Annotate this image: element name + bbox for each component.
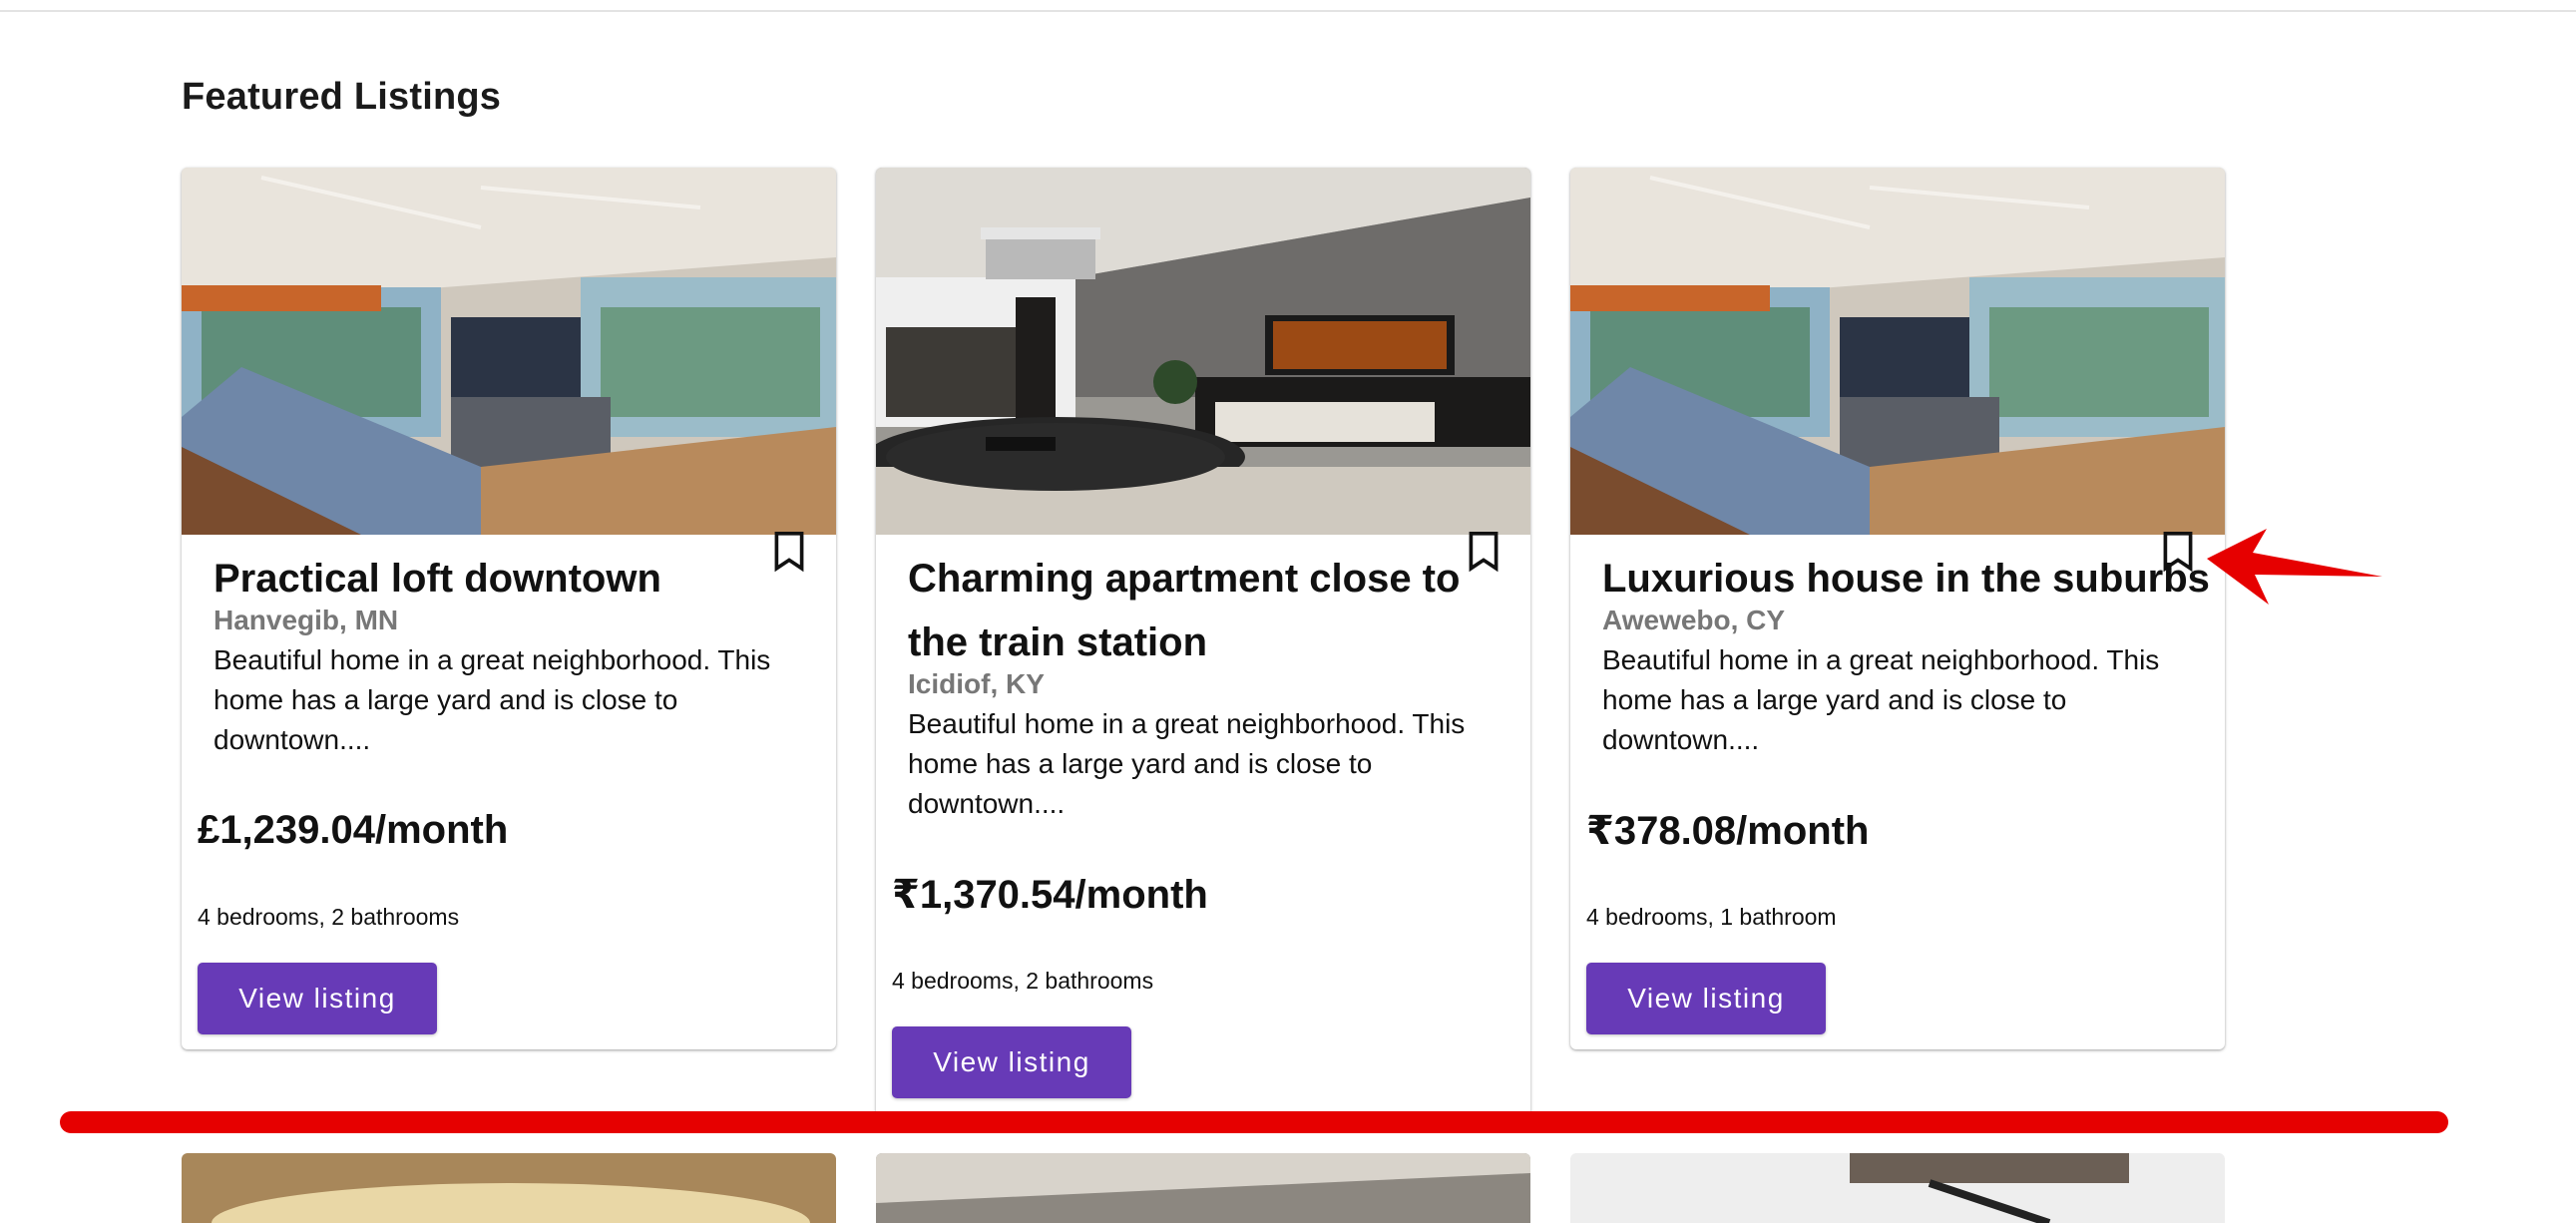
annotation-underline: [60, 1111, 2448, 1133]
listing-card: Luxurious house in the suburbs Awewebo, …: [1570, 168, 2225, 1049]
section-title: Featured Listings: [182, 76, 502, 118]
header-divider: [0, 10, 2576, 12]
listing-title: Charming apartment close to the train st…: [908, 557, 1461, 664]
listing-card: Practical loft downtown Hanvegib, MN Bea…: [182, 168, 836, 1049]
view-listing-button[interactable]: View listing: [1586, 963, 1826, 1034]
listing-price: £1,239.04/month: [198, 808, 509, 852]
listing-rooms: 4 bedrooms, 1 bathroom: [1586, 904, 1837, 930]
listing-location: Awewebo, CY: [1602, 605, 1786, 635]
listing-price: ₹1,370.54/month: [892, 873, 1208, 917]
listing-rooms: 4 bedrooms, 2 bathrooms: [892, 968, 1154, 994]
listing-location: Icidiof, KY: [908, 668, 1045, 699]
view-listing-button[interactable]: View listing: [892, 1026, 1131, 1098]
annotation-arrow-icon: [2207, 529, 2382, 605]
listing-location: Hanvegib, MN: [214, 605, 399, 635]
listing-image[interactable]: [876, 168, 1530, 535]
listing-rooms: 4 bedrooms, 2 bathrooms: [198, 904, 460, 930]
listing-title: Luxurious house in the suburbs: [1602, 557, 2210, 601]
listing-description: Beautiful home in a great neighborhood. …: [908, 708, 1466, 819]
listing-image[interactable]: [182, 168, 836, 535]
listing-price: ₹378.08/month: [1586, 809, 1870, 853]
listing-card: Charming apartment close to the train st…: [876, 168, 1530, 1125]
listing-title: Practical loft downtown: [214, 557, 661, 601]
listing-description: Beautiful home in a great neighborhood. …: [214, 644, 771, 755]
view-listing-button[interactable]: View listing: [198, 963, 437, 1034]
listing-description: Beautiful home in a great neighborhood. …: [1602, 644, 2160, 755]
listing-image[interactable]: [1570, 168, 2225, 535]
